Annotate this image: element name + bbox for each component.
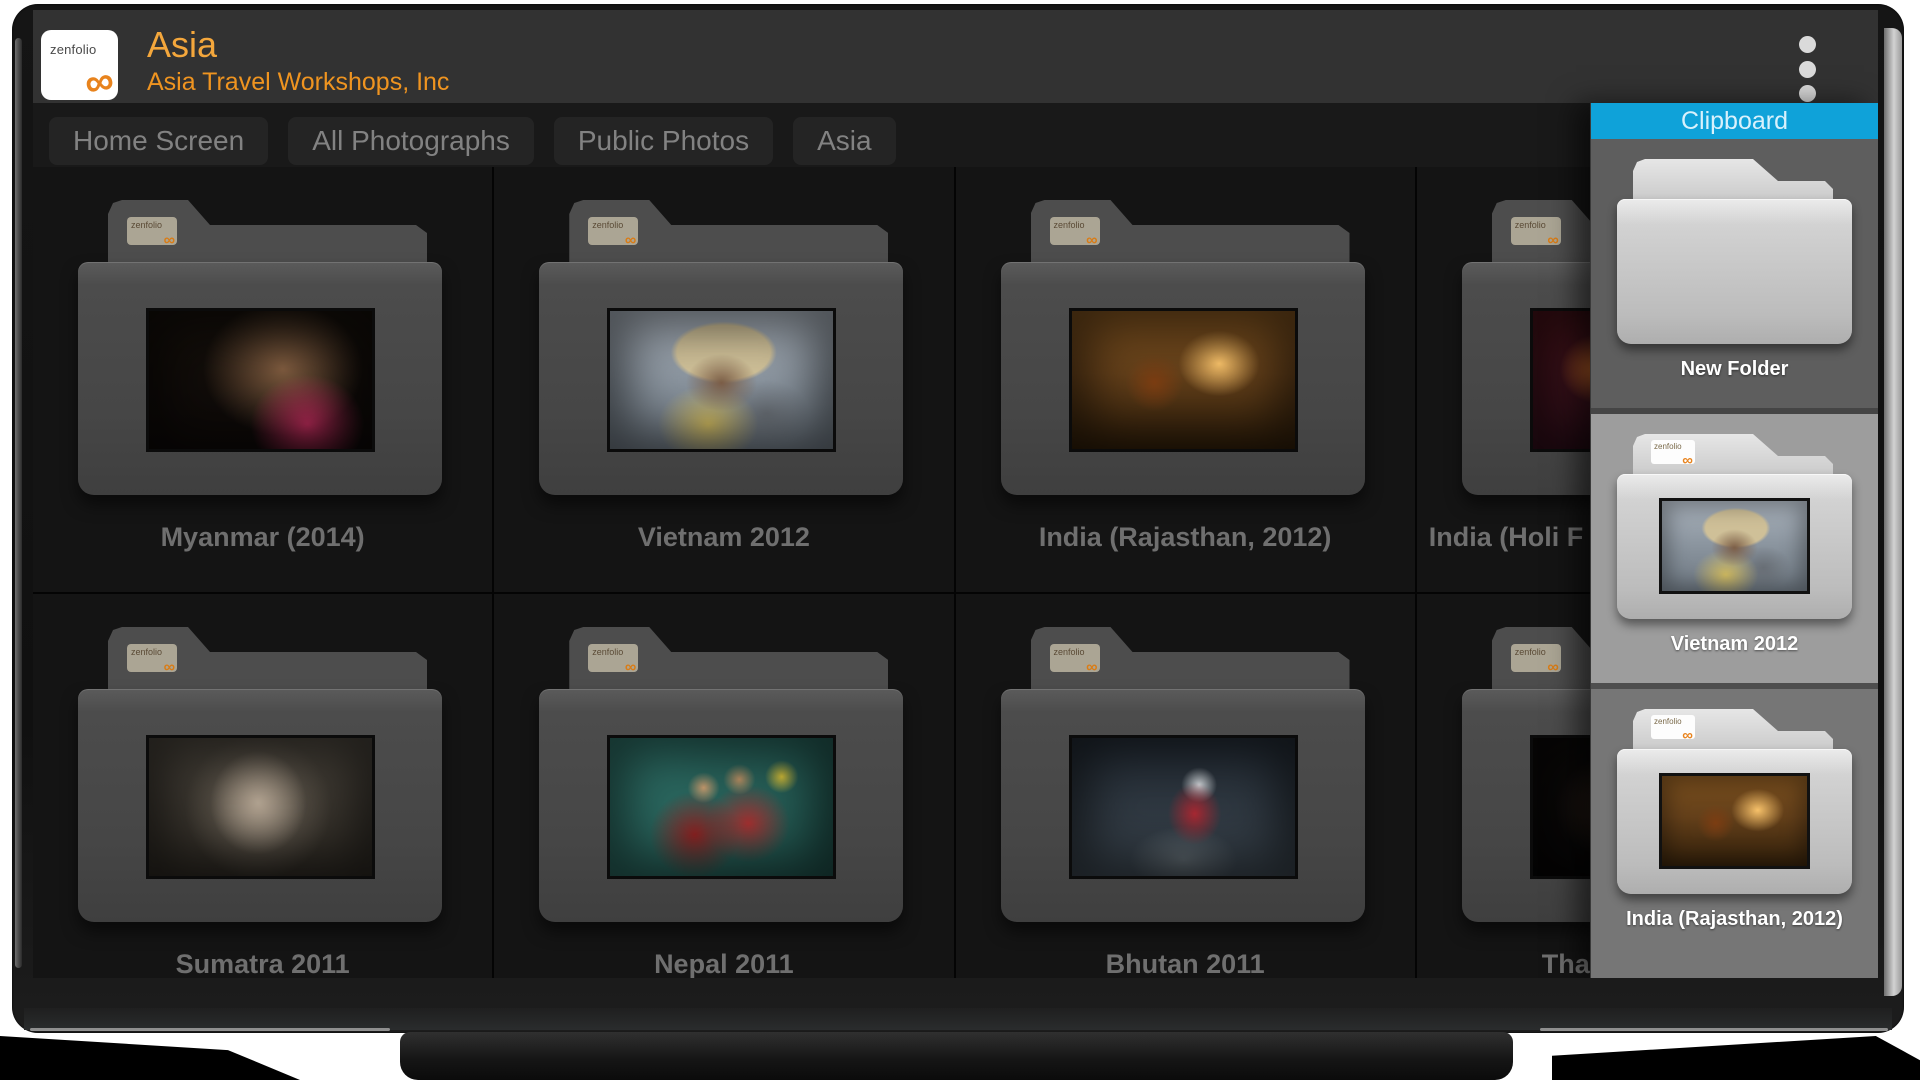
zenfolio-badge-icon: zenfolio ∞ bbox=[1511, 644, 1561, 672]
badge-infinity-icon: ∞ bbox=[1547, 233, 1558, 245]
badge-infinity-icon: ∞ bbox=[1086, 660, 1097, 672]
badge-text: zenfolio bbox=[1515, 220, 1546, 230]
tv-shadow-right bbox=[1552, 1036, 1920, 1080]
zenfolio-infinity-icon: ∞ bbox=[82, 60, 117, 100]
folder-cover-photo bbox=[146, 308, 375, 452]
folder-tile-bhutan[interactable]: zenfolio ∞ Bhutan 2011 bbox=[956, 594, 1417, 978]
title-block: Asia Asia Travel Workshops, Inc bbox=[147, 24, 449, 97]
zenfolio-badge-icon: zenfolio ∞ bbox=[588, 217, 638, 245]
kebab-dot bbox=[1799, 85, 1816, 102]
badge-infinity-icon: ∞ bbox=[1682, 728, 1693, 739]
folder-front bbox=[1617, 199, 1852, 344]
new-folder-icon bbox=[1617, 159, 1852, 344]
breadcrumb-asia[interactable]: Asia bbox=[793, 117, 895, 165]
badge-text: zenfolio bbox=[1054, 220, 1085, 230]
clipboard-item-india-rajasthan[interactable]: zenfolio ∞ India (Rajasthan, 2012) bbox=[1591, 683, 1878, 978]
badge-infinity-icon: ∞ bbox=[1682, 453, 1693, 464]
app-header: zenfolio ∞ Asia Asia Travel Workshops, I… bbox=[33, 10, 1878, 103]
device-mockup: zenfolio ∞ Asia Asia Travel Workshops, I… bbox=[0, 0, 1920, 1080]
zenfolio-badge-icon: zenfolio ∞ bbox=[127, 644, 177, 672]
badge-text: zenfolio bbox=[131, 647, 162, 657]
kebab-dot bbox=[1799, 36, 1816, 53]
folder-tile-india-rajasthan[interactable]: zenfolio ∞ India (Rajasthan, 2012) bbox=[956, 167, 1417, 594]
badge-infinity-icon: ∞ bbox=[1547, 660, 1558, 672]
folder-cover-photo bbox=[1069, 308, 1298, 452]
folder-label: Nepal 2011 bbox=[494, 949, 953, 978]
folder-cover-photo bbox=[1659, 773, 1810, 869]
badge-infinity-icon: ∞ bbox=[1086, 233, 1097, 245]
breadcrumb-public-photos[interactable]: Public Photos bbox=[554, 117, 773, 165]
clipboard-item-vietnam[interactable]: zenfolio ∞ Vietnam 2012 bbox=[1591, 408, 1878, 683]
kebab-menu-icon[interactable] bbox=[1789, 36, 1825, 102]
zenfolio-badge-icon: zenfolio ∞ bbox=[1511, 217, 1561, 245]
folder-label: Bhutan 2011 bbox=[956, 949, 1415, 978]
clipboard-item-label: Vietnam 2012 bbox=[1671, 633, 1799, 656]
folder-cover-photo bbox=[607, 735, 836, 879]
tv-right-edge bbox=[1884, 28, 1902, 996]
tv-shadow-left bbox=[0, 1036, 300, 1080]
folder-label: Vietnam 2012 bbox=[494, 522, 953, 553]
folder-tab bbox=[1633, 159, 1833, 204]
frame-highlight-right bbox=[1540, 1028, 1888, 1031]
zenfolio-logo-text: zenfolio bbox=[50, 42, 96, 57]
breadcrumb-home-screen[interactable]: Home Screen bbox=[49, 117, 268, 165]
clipboard-item-new-folder[interactable]: New Folder bbox=[1591, 139, 1878, 408]
page-title: Asia bbox=[147, 24, 449, 65]
zenfolio-badge-icon: zenfolio ∞ bbox=[588, 644, 638, 672]
badge-text: zenfolio bbox=[1054, 647, 1085, 657]
folder-tile-nepal[interactable]: zenfolio ∞ Nepal 2011 bbox=[494, 594, 955, 978]
folder-tile-sumatra[interactable]: zenfolio ∞ Sumatra 2011 bbox=[33, 594, 494, 978]
zenfolio-badge-icon: zenfolio ∞ bbox=[1050, 644, 1100, 672]
badge-infinity-icon: ∞ bbox=[625, 660, 636, 672]
badge-text: zenfolio bbox=[1654, 717, 1682, 726]
kebab-dot bbox=[1799, 61, 1816, 78]
tv-bottom-bezel bbox=[24, 1008, 1892, 1030]
folder-cover-photo bbox=[1659, 498, 1810, 594]
folder-label: India (Rajasthan, 2012) bbox=[956, 522, 1415, 553]
badge-text: zenfolio bbox=[1515, 647, 1546, 657]
clipboard-panel: Clipboard New Folder zenfolio ∞ bbox=[1590, 103, 1878, 978]
folder-cover-photo bbox=[146, 735, 375, 879]
breadcrumb-all-photographs[interactable]: All Photographs bbox=[288, 117, 534, 165]
clipboard-item-label: New Folder bbox=[1681, 358, 1789, 381]
zenfolio-badge-icon: zenfolio ∞ bbox=[1651, 715, 1695, 739]
folder-cover-photo bbox=[607, 308, 836, 452]
badge-text: zenfolio bbox=[1654, 442, 1682, 451]
badge-infinity-icon: ∞ bbox=[164, 233, 175, 245]
folder-label: Myanmar (2014) bbox=[33, 522, 492, 553]
badge-text: zenfolio bbox=[592, 220, 623, 230]
page-subtitle: Asia Travel Workshops, Inc bbox=[147, 68, 449, 97]
zenfolio-logo: zenfolio ∞ bbox=[41, 30, 118, 100]
tv-stand bbox=[400, 1032, 1513, 1080]
folder-tile-vietnam[interactable]: zenfolio ∞ Vietnam 2012 bbox=[494, 167, 955, 594]
badge-text: zenfolio bbox=[131, 220, 162, 230]
clipboard-header: Clipboard bbox=[1591, 103, 1878, 139]
zenfolio-badge-icon: zenfolio ∞ bbox=[1050, 217, 1100, 245]
folder-icon: zenfolio ∞ bbox=[1617, 434, 1852, 619]
folder-tile-myanmar[interactable]: zenfolio ∞ Myanmar (2014) bbox=[33, 167, 494, 594]
zenfolio-badge-icon: zenfolio ∞ bbox=[1651, 440, 1695, 464]
folder-label: Sumatra 2011 bbox=[33, 949, 492, 978]
clipboard-item-label: India (Rajasthan, 2012) bbox=[1626, 908, 1843, 931]
badge-text: zenfolio bbox=[592, 647, 623, 657]
app-screen: zenfolio ∞ Asia Asia Travel Workshops, I… bbox=[33, 10, 1878, 978]
folder-cover-photo bbox=[1069, 735, 1298, 879]
folder-icon: zenfolio ∞ bbox=[1617, 709, 1852, 894]
badge-infinity-icon: ∞ bbox=[164, 660, 175, 672]
tv-left-edge bbox=[15, 38, 22, 968]
badge-infinity-icon: ∞ bbox=[625, 233, 636, 245]
zenfolio-badge-icon: zenfolio ∞ bbox=[127, 217, 177, 245]
frame-highlight-left bbox=[30, 1028, 390, 1031]
